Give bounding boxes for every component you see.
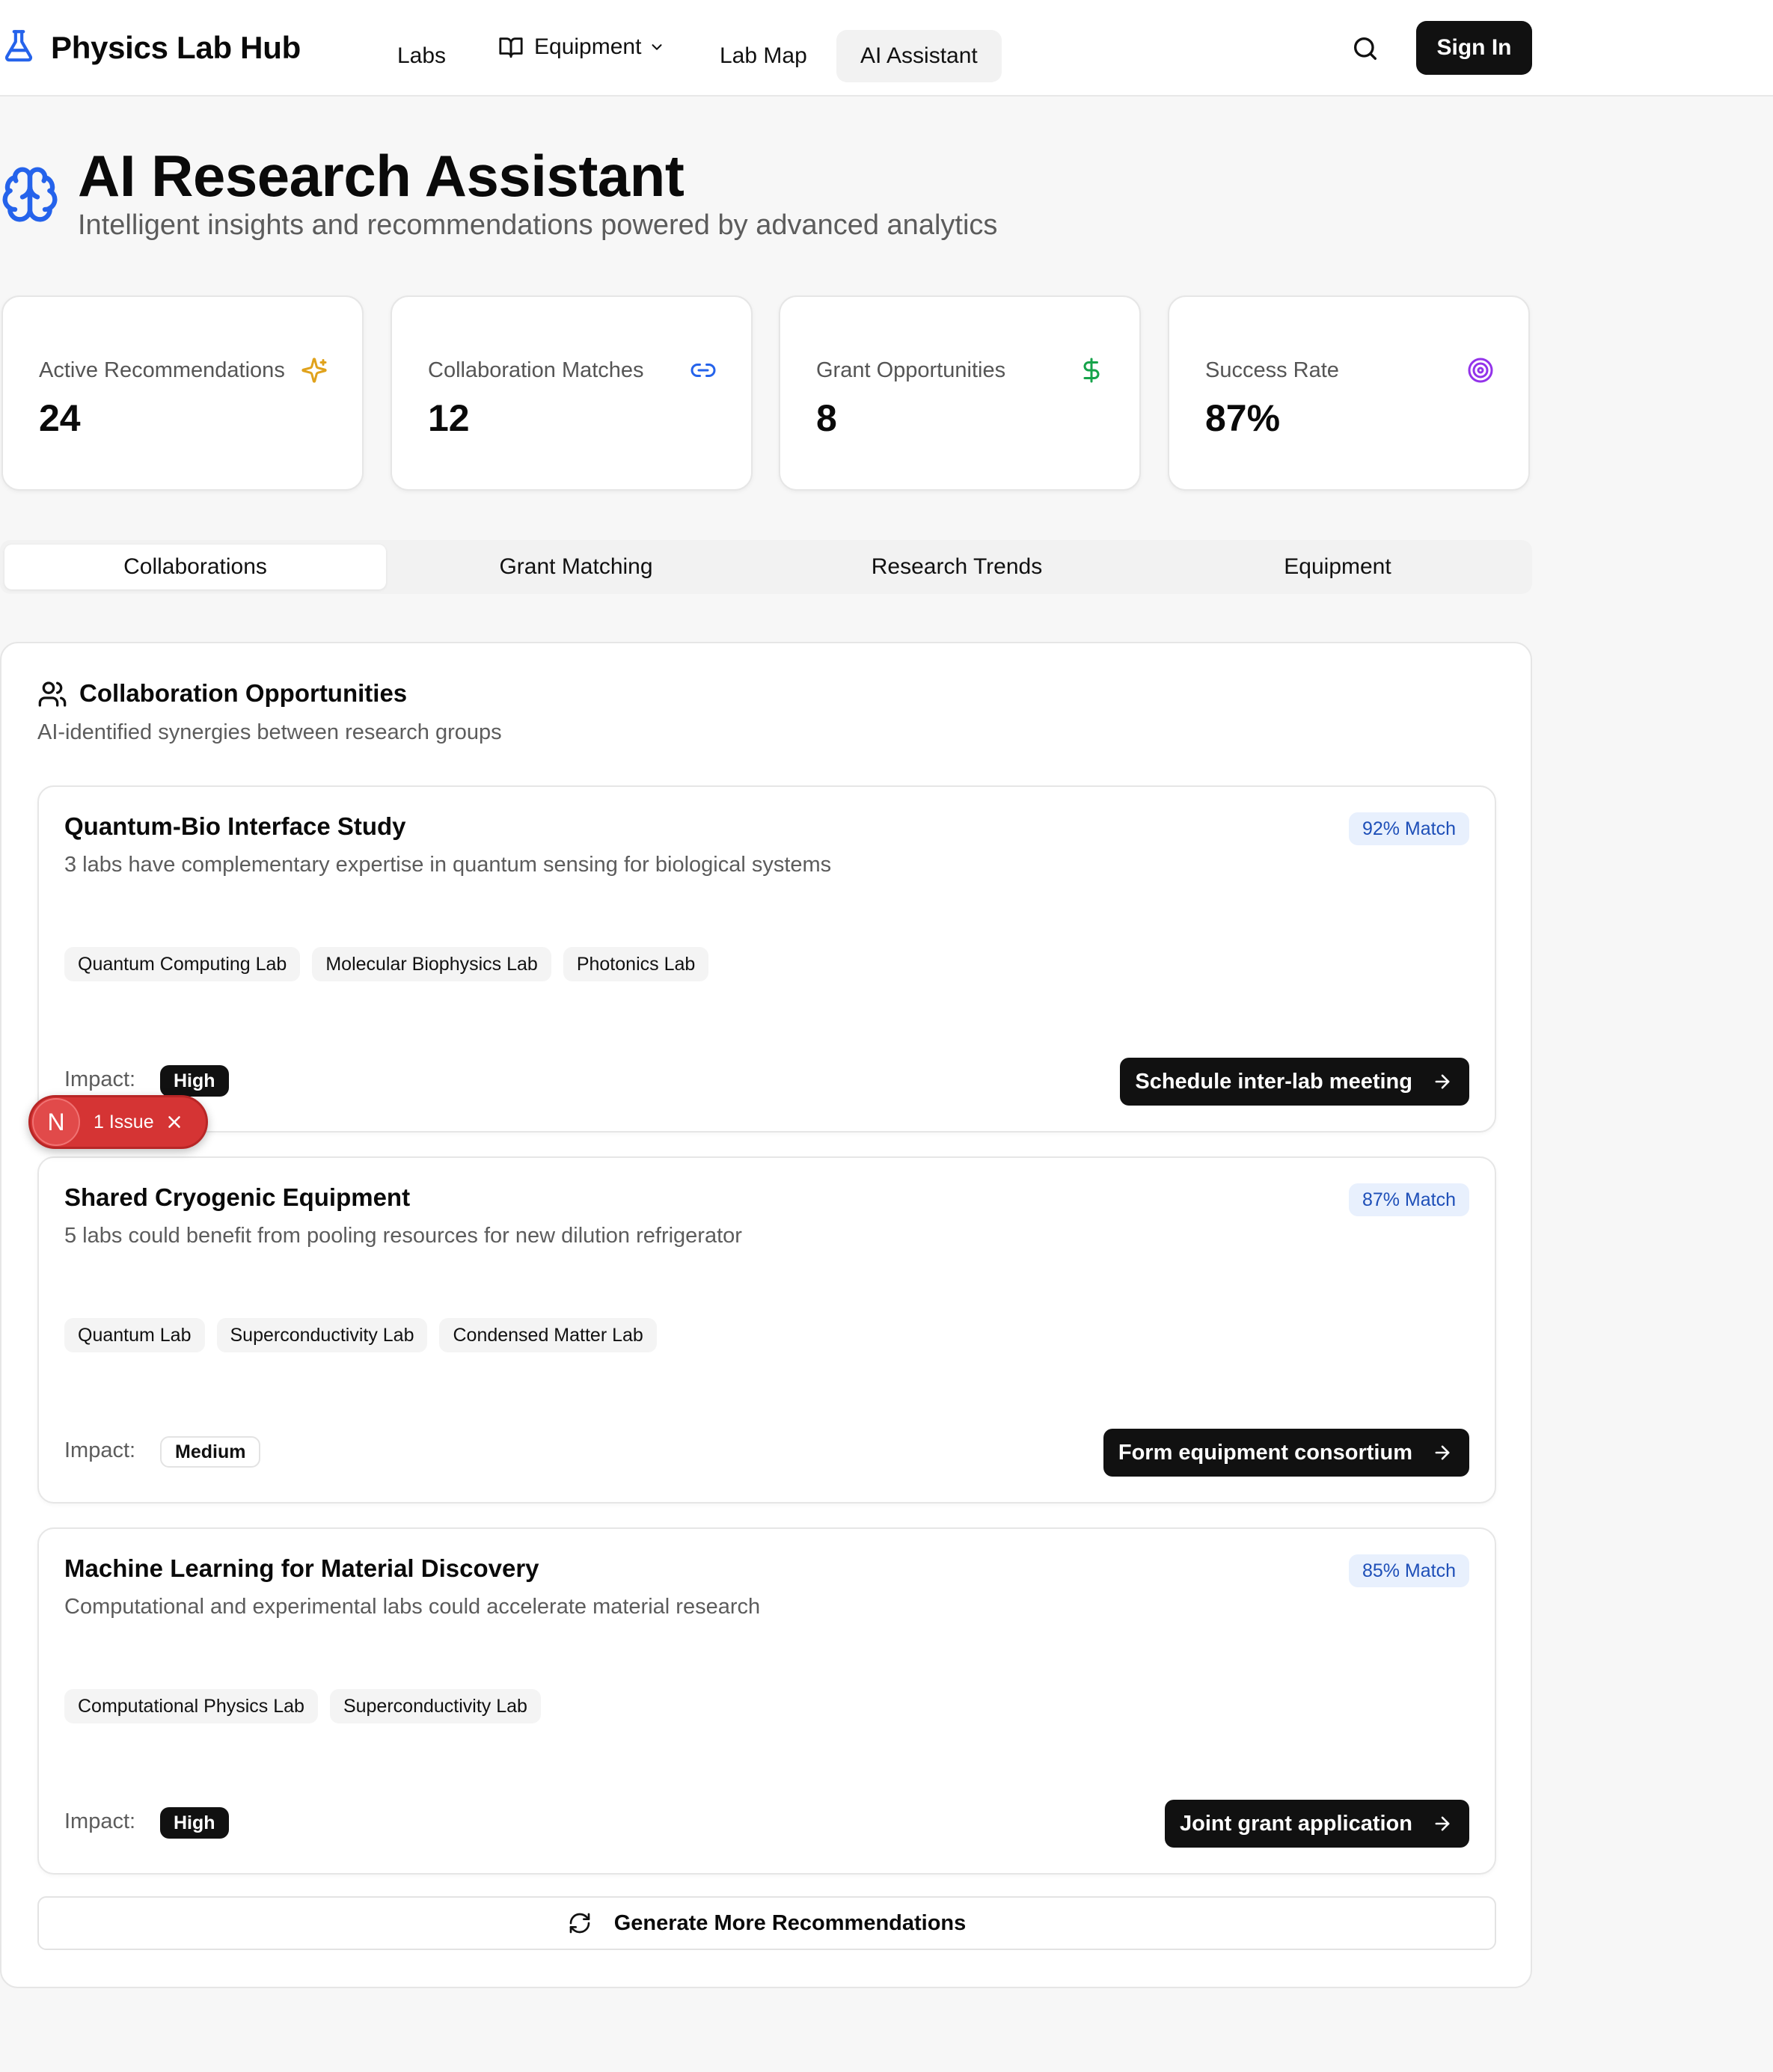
target-icon xyxy=(1467,357,1494,384)
stat-value: 24 xyxy=(39,397,81,439)
lab-chip: Molecular Biophysics Lab xyxy=(312,947,551,981)
lab-chips: Quantum Lab Superconductivity Lab Conden… xyxy=(64,1318,669,1352)
stat-card-grant-opportunities: Grant Opportunities 8 xyxy=(779,295,1141,491)
nav-equipment[interactable]: Equipment xyxy=(498,21,665,73)
tab-collaborations[interactable]: Collaborations xyxy=(4,545,386,589)
tab-equipment[interactable]: Equipment xyxy=(1147,545,1528,589)
nav-ai-assistant[interactable]: AI Assistant xyxy=(836,30,1002,82)
arrow-right-icon xyxy=(1435,1816,1450,1831)
stat-value: 87% xyxy=(1205,397,1281,439)
close-icon[interactable] xyxy=(165,1112,184,1132)
stat-card-success-rate: Success Rate 87% xyxy=(1168,295,1530,491)
stat-card-collaboration-matches: Collaboration Matches 12 xyxy=(391,295,753,491)
arrow-right-icon xyxy=(1435,1445,1450,1460)
opportunity-description: 5 labs could benefit from pooling resour… xyxy=(64,1224,742,1248)
sign-in-button[interactable]: Sign In xyxy=(1416,21,1532,75)
page-subtitle: Intelligent insights and recommendations… xyxy=(78,209,998,241)
stat-label: Grant Opportunities xyxy=(816,358,1006,382)
form-consortium-button[interactable]: Form equipment consortium xyxy=(1103,1429,1469,1477)
lab-chips: Computational Physics Lab Superconductiv… xyxy=(64,1689,553,1723)
action-label: Schedule inter-lab meeting xyxy=(1135,1069,1412,1094)
match-badge: 85% Match xyxy=(1348,1554,1469,1587)
dollar-icon xyxy=(1078,357,1105,384)
lab-chip: Quantum Lab xyxy=(64,1318,205,1352)
brand-title: Physics Lab Hub xyxy=(51,29,301,65)
match-badge: 92% Match xyxy=(1348,812,1469,845)
impact-label: Impact: xyxy=(64,1438,136,1462)
tab-list: Collaborations Grant Matching Research T… xyxy=(0,540,1532,594)
refresh-icon xyxy=(569,1913,590,1934)
brain-icon xyxy=(0,165,60,228)
stat-label: Collaboration Matches xyxy=(428,358,644,382)
opportunity-title: Shared Cryogenic Equipment xyxy=(64,1183,411,1211)
opportunity-title: Machine Learning for Material Discovery xyxy=(64,1554,539,1582)
stat-value: 12 xyxy=(428,397,470,439)
lab-chip: Superconductivity Lab xyxy=(216,1318,428,1352)
flask-icon xyxy=(0,27,37,68)
search-button[interactable] xyxy=(1350,34,1380,64)
opportunity-card: Machine Learning for Material Discovery … xyxy=(37,1527,1496,1875)
impact-label: Impact: xyxy=(64,1067,136,1091)
action-label: Form equipment consortium xyxy=(1118,1440,1412,1465)
nav-equipment-label: Equipment xyxy=(534,34,642,59)
search-icon xyxy=(1350,37,1380,67)
lab-chip: Quantum Computing Lab xyxy=(64,947,301,981)
impact-label: Impact: xyxy=(64,1809,136,1833)
opportunity-card: Shared Cryogenic Equipment 5 labs could … xyxy=(37,1156,1496,1504)
generate-label: Generate More Recommendations xyxy=(613,1910,967,1935)
nav-labs[interactable]: Labs xyxy=(397,30,446,82)
brand[interactable]: Physics Lab Hub xyxy=(0,27,301,68)
book-icon xyxy=(498,34,524,60)
stat-card-active-recommendations: Active Recommendations 24 xyxy=(1,295,364,491)
issue-count: 1 Issue xyxy=(94,1111,154,1132)
opportunity-title: Quantum-Bio Interface Study xyxy=(64,812,406,840)
chevron-down-icon xyxy=(649,39,665,55)
stat-label: Success Rate xyxy=(1205,358,1339,382)
panel-title: Collaboration Opportunities xyxy=(79,679,408,707)
stat-label: Active Recommendations xyxy=(39,358,285,382)
nav-ai-assistant-label: AI Assistant xyxy=(860,43,978,68)
action-label: Joint grant application xyxy=(1180,1811,1412,1836)
issue-indicator[interactable]: N 1 Issue xyxy=(28,1095,208,1149)
opportunity-description: Computational and experimental labs coul… xyxy=(64,1595,761,1619)
lab-chip: Condensed Matter Lab xyxy=(439,1318,657,1352)
joint-grant-button[interactable]: Joint grant application xyxy=(1165,1800,1469,1848)
nav-labs-label: Labs xyxy=(397,43,447,68)
generate-more-button[interactable]: Generate More Recommendations xyxy=(37,1896,1496,1950)
schedule-meeting-button[interactable]: Schedule inter-lab meeting xyxy=(1120,1058,1469,1106)
sparkles-icon xyxy=(301,357,328,384)
opportunity-description: 3 labs have complementary expertise in q… xyxy=(64,853,832,877)
top-navigation-bar: Physics Lab Hub Labs Equipment Lab Map A… xyxy=(0,0,1773,96)
impact-badge: High xyxy=(160,1807,229,1839)
tab-grant-matching[interactable]: Grant Matching xyxy=(385,545,767,589)
lab-chip: Photonics Lab xyxy=(563,947,709,981)
lab-chip: Superconductivity Lab xyxy=(329,1689,541,1723)
tab-research-trends[interactable]: Research Trends xyxy=(766,545,1148,589)
page-title: AI Research Assistant xyxy=(78,143,685,209)
link-icon xyxy=(690,357,717,384)
opportunity-card: Quantum-Bio Interface Study 3 labs have … xyxy=(37,785,1496,1132)
users-icon xyxy=(37,679,67,709)
issue-avatar: N xyxy=(32,1098,80,1146)
nav-lab-map[interactable]: Lab Map xyxy=(720,30,807,82)
nav-lab-map-label: Lab Map xyxy=(720,43,807,68)
impact-badge: High xyxy=(160,1065,229,1097)
impact-badge: Medium xyxy=(160,1436,261,1468)
collaboration-panel: Collaboration Opportunities AI-identifie… xyxy=(0,642,1532,1988)
arrow-right-icon xyxy=(1435,1074,1450,1089)
lab-chip: Computational Physics Lab xyxy=(64,1689,318,1723)
match-badge: 87% Match xyxy=(1348,1183,1469,1216)
stat-value: 8 xyxy=(816,397,837,439)
panel-subtitle: AI-identified synergies between research… xyxy=(37,720,502,744)
lab-chips: Quantum Computing Lab Molecular Biophysi… xyxy=(64,947,720,981)
